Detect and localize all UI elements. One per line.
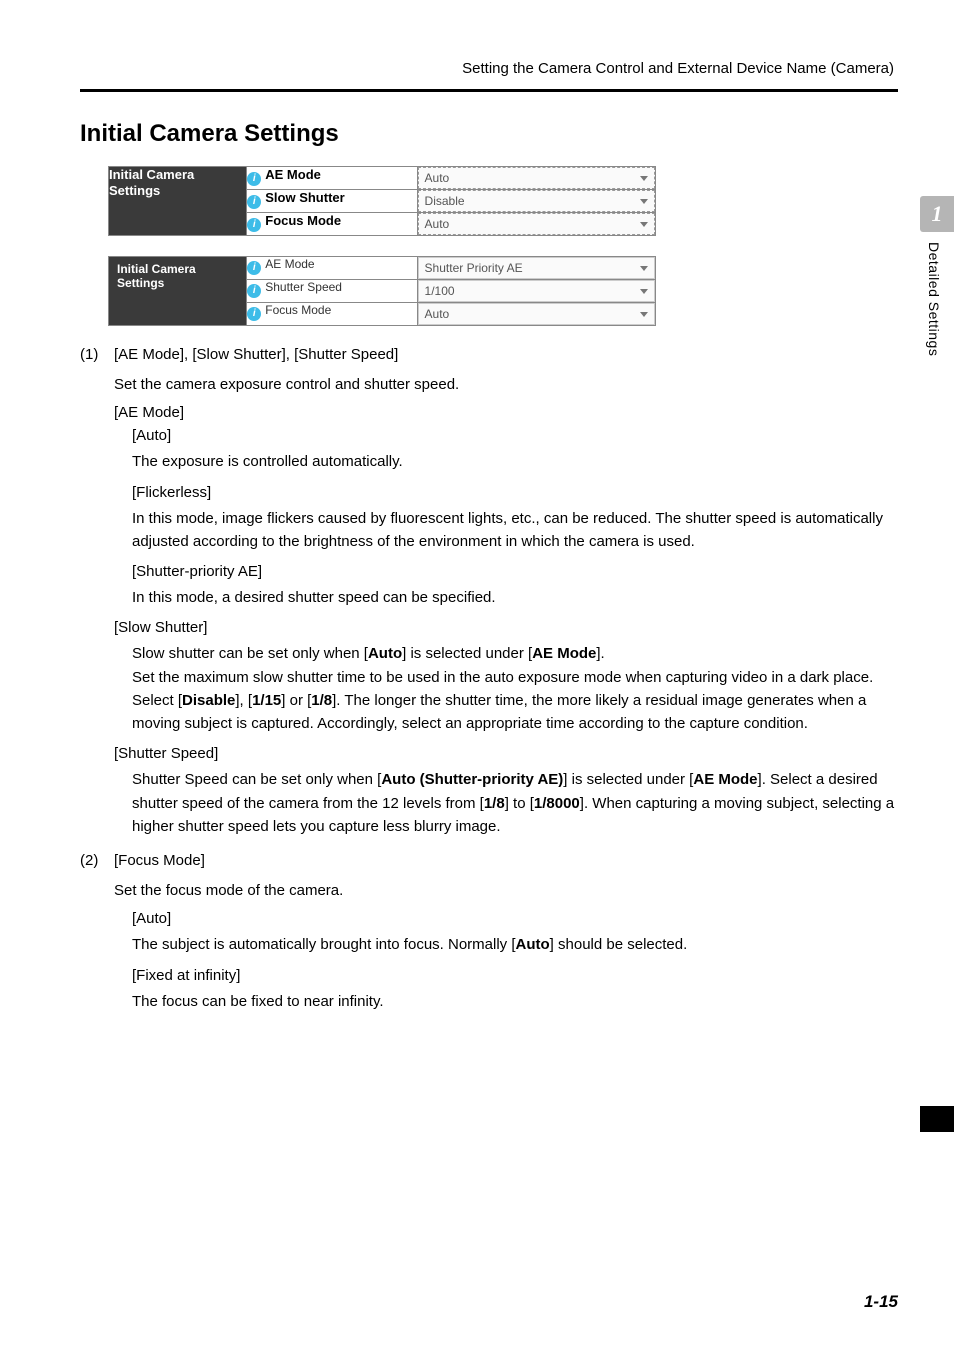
focus-auto-text: The subject is automatically brought int… (132, 933, 898, 956)
chevron-down-icon (640, 312, 648, 317)
t: The subject is automatically brought int… (132, 936, 516, 953)
shutter-speed-value: 1/100 (425, 284, 455, 298)
ae-mode-heading: [AE Mode] (114, 404, 898, 421)
t: Auto (368, 645, 402, 662)
chapter-tab: 1 (920, 196, 954, 232)
auto-text: The exposure is controlled automatically… (132, 450, 898, 473)
slow-shutter-value: Disable (425, 194, 465, 208)
table1-row0-name: i AE Mode (247, 167, 417, 190)
t: AE Mode (693, 771, 757, 788)
side-tab: 1 Detailed Settings (912, 196, 954, 356)
t: Auto (516, 936, 550, 953)
table2-side-label: Initial Camera Settings (109, 257, 247, 326)
item1-title: [AE Mode], [Slow Shutter], [Shutter Spee… (114, 346, 398, 363)
focus-mode-select-2[interactable]: Auto (418, 303, 655, 325)
table2-row2-name-text: Focus Mode (265, 303, 331, 317)
t: ] to [ (505, 795, 534, 812)
item1-number: (1) (80, 346, 106, 363)
t: Shutter Speed can be set only when [ (132, 771, 381, 788)
auto-heading: [Auto] (132, 427, 898, 444)
t: 1/8 (311, 692, 332, 709)
table1-side-label-line1: Initial Camera (109, 167, 194, 182)
t: Auto (Shutter-priority AE) (381, 771, 563, 788)
page-marker (920, 1106, 954, 1132)
info-icon: i (247, 284, 261, 298)
focus-mode-value-2: Auto (425, 307, 450, 321)
shutter-speed-text: Shutter Speed can be set only when [Auto… (132, 768, 898, 838)
info-icon: i (247, 261, 261, 275)
info-icon: i (247, 195, 261, 209)
t: ]. (596, 645, 604, 662)
table1-row1-name: i Slow Shutter (247, 190, 417, 213)
t: ] is selected under [ (563, 771, 693, 788)
shutter-speed-heading: [Shutter Speed] (114, 745, 898, 762)
focus-mode-value: Auto (425, 217, 450, 231)
focus-auto-heading: [Auto] (132, 910, 898, 927)
spae-heading: [Shutter-priority AE] (132, 563, 898, 580)
t: 1/15 (252, 692, 281, 709)
page-number: 1-15 (864, 1292, 898, 1312)
t: 1/8000 (534, 795, 580, 812)
fixed-infinity-heading: [Fixed at infinity] (132, 967, 898, 984)
t: Disable (182, 692, 235, 709)
settings-table-2: Initial Camera Settings i AE Mode Shutter… (108, 256, 656, 326)
item2-number: (2) (80, 852, 106, 869)
item1-intro: Set the camera exposure control and shut… (114, 373, 898, 396)
table2-row0-name-text: AE Mode (265, 257, 314, 271)
item2-intro: Set the focus mode of the camera. (114, 879, 898, 902)
focus-mode-select[interactable]: Auto (418, 213, 655, 235)
table1-side-label-line2: Settings (109, 183, 160, 198)
settings-table-1: Initial Camera Settings iAE Mode Auto iS… (108, 166, 656, 236)
info-icon: i (247, 172, 261, 186)
table1-row0-name-text: AE Mode (265, 167, 321, 182)
t: ] is selected under [ (402, 645, 532, 662)
table1-row1-name-text: Slow Shutter (265, 190, 344, 205)
t: ], [ (235, 692, 252, 709)
spae-text: In this mode, a desired shutter speed ca… (132, 586, 898, 609)
info-icon: i (247, 307, 261, 321)
t: AE Mode (532, 645, 596, 662)
chevron-down-icon (640, 266, 648, 271)
page-title: Initial Camera Settings (80, 120, 898, 148)
ae-mode-select[interactable]: Auto (418, 167, 655, 189)
table2-row0-name: i AE Mode (247, 257, 417, 280)
t: Slow shutter can be set only when [ (132, 645, 368, 662)
slow-shutter-text: Slow shutter can be set only when [Auto]… (132, 642, 898, 735)
ae-mode-value: Auto (425, 171, 450, 185)
table2-row1-name-text: Shutter Speed (265, 280, 342, 294)
table1-row2-name-text: Focus Mode (265, 213, 341, 228)
chevron-down-icon (640, 199, 648, 204)
slow-shutter-select[interactable]: Disable (418, 190, 655, 212)
shutter-speed-select[interactable]: 1/100 (418, 280, 655, 302)
chevron-down-icon (640, 176, 648, 181)
t: ] should be selected. (550, 936, 688, 953)
chapter-label: Detailed Settings (926, 242, 942, 356)
chevron-down-icon (640, 289, 648, 294)
flickerless-heading: [Flickerless] (132, 484, 898, 501)
info-icon: i (247, 218, 261, 232)
table2-row2-name: i Focus Mode (247, 303, 417, 326)
table1-side-label: Initial Camera Settings (109, 167, 247, 236)
flickerless-text: In this mode, image flickers caused by f… (132, 507, 898, 554)
t: ] or [ (281, 692, 311, 709)
chevron-down-icon (640, 222, 648, 227)
item2-title: [Focus Mode] (114, 852, 205, 869)
ae-mode-select-2[interactable]: Shutter Priority AE (418, 257, 655, 279)
running-head: Setting the Camera Control and External … (80, 60, 898, 77)
t: 1/8 (484, 795, 505, 812)
table2-row1-name: i Shutter Speed (247, 280, 417, 303)
fixed-infinity-text: The focus can be fixed to near infinity. (132, 990, 898, 1013)
ae-mode-value-2: Shutter Priority AE (425, 261, 523, 275)
slow-shutter-heading: [Slow Shutter] (114, 619, 898, 636)
top-rule (80, 89, 898, 92)
table1-row2-name: i Focus Mode (247, 213, 417, 236)
